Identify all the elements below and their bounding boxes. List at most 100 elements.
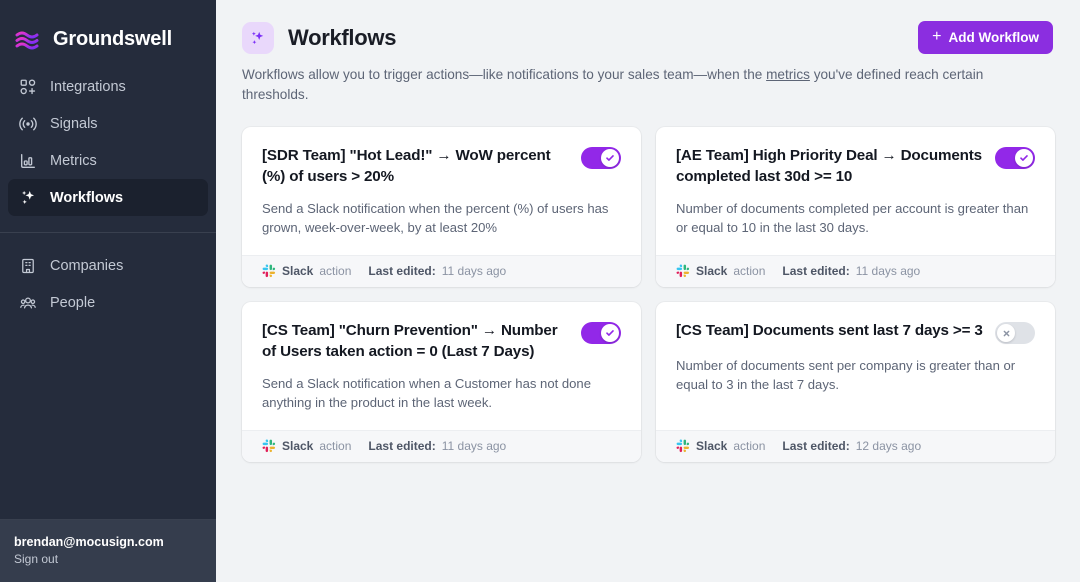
metrics-link[interactable]: metrics [766, 67, 810, 82]
sidebar-item-label: Signals [50, 115, 98, 132]
workflow-card[interactable]: [CS Team] "Churn Prevention" → Number of… [242, 302, 641, 462]
workflow-card[interactable]: [CS Team] Documents sent last 7 days >= … [656, 302, 1055, 462]
workflow-description: Number of documents sent per company is … [676, 358, 1016, 392]
workflow-card-header: [AE Team] High Priority Deal → Documents… [676, 146, 1035, 187]
sparkles-icon [242, 21, 274, 54]
people-icon [18, 293, 38, 313]
workflow-card-body: [SDR Team] "Hot Lead!" → WoW percent (%)… [242, 127, 641, 255]
workflow-card-header: [CS Team] Documents sent last 7 days >= … [676, 321, 1035, 344]
workflow-grid: [SDR Team] "Hot Lead!" → WoW percent (%)… [216, 105, 1080, 462]
workflow-title: [AE Team] High Priority Deal → Documents… [676, 147, 982, 185]
slack-icon [676, 264, 690, 278]
sidebar-item-label: Workflows [50, 189, 124, 206]
plus-icon: + [932, 28, 942, 45]
workflow-title: [CS Team] "Churn Prevention" → Number of… [262, 322, 558, 360]
sign-out-link[interactable]: Sign out [14, 552, 202, 566]
workflow-action: Slack action [262, 439, 351, 453]
workflow-card-footer: Slack action Last edited: 11 days ago [242, 430, 641, 462]
workflow-action-suffix: action [319, 264, 352, 278]
sidebar-item-label: People [50, 294, 96, 311]
brand[interactable]: Groundswell [0, 0, 216, 62]
workflow-card[interactable]: [SDR Team] "Hot Lead!" → WoW percent (%)… [242, 127, 641, 287]
signal-broadcast-icon [18, 114, 38, 134]
page-description-part1: Workflows allow you to trigger actions—l… [242, 67, 767, 82]
app-root: Groundswell Integrations Signals Metrics… [0, 0, 1080, 582]
sidebar-footer: brendan@mocusign.com Sign out [0, 519, 216, 582]
workflow-action-suffix: action [733, 439, 766, 453]
workflow-action-suffix: action [319, 439, 352, 453]
last-edited-value: 11 days ago [441, 264, 507, 278]
workflow-action: Slack action [676, 264, 765, 278]
workflow-title: [CS Team] Documents sent last 7 days >= … [676, 322, 983, 339]
sidebar-item-people[interactable]: People [8, 284, 208, 321]
workflow-enabled-toggle[interactable] [995, 322, 1035, 344]
add-workflow-button[interactable]: + Add Workflow [918, 21, 1053, 54]
page-description: Workflows allow you to trigger actions—l… [216, 56, 1046, 105]
last-edited-value: 11 days ago [441, 439, 507, 453]
workflow-last-edited: Last edited: 11 days ago [368, 264, 506, 278]
sidebar-divider [0, 232, 216, 233]
sidebar-item-label: Companies [50, 257, 124, 274]
workflow-title: [SDR Team] "Hot Lead!" → WoW percent (%)… [262, 147, 551, 185]
workflow-action-name: Slack [696, 439, 728, 453]
slack-icon [676, 439, 690, 453]
brand-name: Groundswell [53, 28, 172, 50]
workflow-card-body: [CS Team] Documents sent last 7 days >= … [656, 302, 1055, 430]
workflow-card-footer: Slack action Last edited: 12 days ago [656, 430, 1055, 462]
bar-chart-icon [18, 151, 38, 171]
sidebar-nav-primary: Integrations Signals Metrics Workflows [0, 62, 216, 232]
main-content: Workflows + Add Workflow Workflows allow… [216, 0, 1080, 582]
workflow-description: Send a Slack notification when the perce… [262, 201, 609, 235]
close-icon [997, 324, 1015, 342]
workflow-card-body: [CS Team] "Churn Prevention" → Number of… [242, 302, 641, 430]
workflow-enabled-toggle[interactable] [581, 322, 621, 344]
sidebar: Groundswell Integrations Signals Metrics… [0, 0, 216, 582]
workflow-description: Number of documents completed per accoun… [676, 201, 1029, 235]
workflow-last-edited: Last edited: 11 days ago [368, 439, 506, 453]
sidebar-item-signals[interactable]: Signals [8, 105, 208, 142]
check-icon [601, 149, 619, 167]
workflow-action-name: Slack [282, 264, 314, 278]
workflow-card-header: [CS Team] "Churn Prevention" → Number of… [262, 321, 621, 362]
slack-icon [262, 264, 276, 278]
sidebar-item-metrics[interactable]: Metrics [8, 142, 208, 179]
workflow-action: Slack action [676, 439, 765, 453]
last-edited-label: Last edited: [782, 264, 850, 278]
sidebar-item-label: Integrations [50, 78, 126, 95]
last-edited-label: Last edited: [782, 439, 850, 453]
waves-logo-icon [14, 28, 44, 52]
building-icon [18, 256, 38, 276]
add-workflow-label: Add Workflow [948, 30, 1040, 45]
workflow-last-edited: Last edited: 11 days ago [782, 264, 920, 278]
sidebar-item-companies[interactable]: Companies [8, 247, 208, 284]
check-icon [1015, 149, 1033, 167]
workflow-card-footer: Slack action Last edited: 11 days ago [242, 255, 641, 287]
workflow-enabled-toggle[interactable] [995, 147, 1035, 169]
sidebar-item-integrations[interactable]: Integrations [8, 68, 208, 105]
last-edited-value: 12 days ago [855, 439, 922, 453]
integrations-icon [18, 77, 38, 97]
page-header: Workflows + Add Workflow [216, 0, 1080, 56]
sidebar-item-workflows[interactable]: Workflows [8, 179, 208, 216]
last-edited-value: 11 days ago [855, 264, 921, 278]
workflow-action-suffix: action [733, 264, 766, 278]
workflow-card[interactable]: [AE Team] High Priority Deal → Documents… [656, 127, 1055, 287]
workflow-card-body: [AE Team] High Priority Deal → Documents… [656, 127, 1055, 255]
check-icon [601, 324, 619, 342]
workflow-card-footer: Slack action Last edited: 11 days ago [656, 255, 1055, 287]
workflow-action: Slack action [262, 264, 351, 278]
last-edited-label: Last edited: [368, 439, 436, 453]
page-title: Workflows [288, 24, 397, 50]
workflow-card-header: [SDR Team] "Hot Lead!" → WoW percent (%)… [262, 146, 621, 187]
workflow-action-name: Slack [696, 264, 728, 278]
sparkles-icon [18, 188, 38, 208]
workflow-enabled-toggle[interactable] [581, 147, 621, 169]
workflow-last-edited: Last edited: 12 days ago [782, 439, 921, 453]
sidebar-item-label: Metrics [50, 152, 97, 169]
account-email: brendan@mocusign.com [14, 535, 164, 549]
workflow-description: Send a Slack notification when a Custome… [262, 376, 591, 410]
last-edited-label: Last edited: [368, 264, 436, 278]
workflow-action-name: Slack [282, 439, 314, 453]
sidebar-nav-secondary: Companies People [0, 247, 216, 321]
